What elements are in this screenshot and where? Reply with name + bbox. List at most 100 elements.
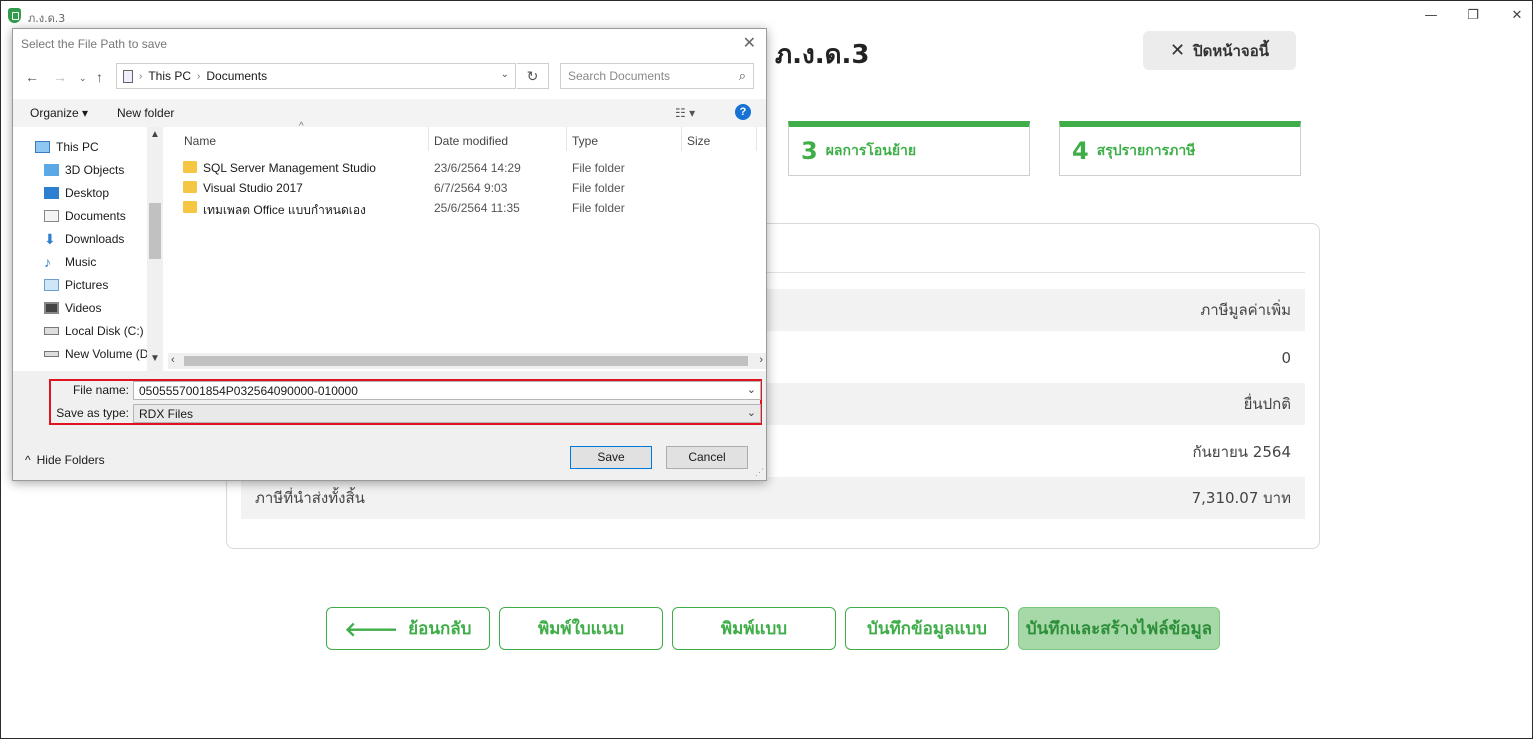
nav-scrollbar[interactable]: ▲ ▼ bbox=[147, 127, 163, 371]
breadcrumb-documents[interactable]: Documents bbox=[206, 69, 267, 83]
navigation-pane: This PC 3D Objects Desktop Documents ⬇ D… bbox=[13, 127, 163, 371]
step-4: 4 สรุปรายการภาษี bbox=[1059, 121, 1301, 176]
dialog-toolbar: Organize ▾ New folder ☷ ▾ ? bbox=[13, 99, 766, 127]
summary-row-value: กันยายน 2564 bbox=[1192, 443, 1291, 461]
back-label: ย้อนกลับ bbox=[408, 619, 472, 639]
summary-row-value: ยื่นปกติ bbox=[1243, 395, 1291, 413]
nav-item-label: This PC bbox=[56, 140, 99, 154]
file-row[interactable]: Visual Studio 2017 6/7/2564 9:03 File fo… bbox=[183, 178, 763, 198]
recent-dropdown-icon[interactable]: ⌄ bbox=[79, 73, 87, 84]
nav-item-label: Downloads bbox=[65, 232, 125, 246]
save-button[interactable]: Save bbox=[570, 446, 652, 469]
nav-item-videos[interactable]: Videos bbox=[44, 298, 101, 318]
file-type: File folder bbox=[572, 161, 625, 175]
nav-item-label: Documents bbox=[65, 209, 126, 223]
organize-menu[interactable]: Organize ▾ bbox=[30, 106, 88, 120]
file-name: Visual Studio 2017 bbox=[203, 181, 303, 195]
summary-row-value: 7,310.07 บาท bbox=[1191, 489, 1291, 507]
nav-item-this-pc[interactable]: This PC bbox=[35, 137, 99, 157]
column-type[interactable]: Type bbox=[572, 134, 598, 148]
up-arrow-icon[interactable]: ↑ bbox=[96, 69, 103, 85]
chevron-down-icon[interactable]: ⌄ bbox=[747, 383, 756, 396]
nav-item-music[interactable]: ♪ Music bbox=[44, 252, 96, 272]
search-icon: ⌕ bbox=[738, 68, 746, 83]
file-date: 25/6/2564 11:35 bbox=[434, 201, 520, 215]
chevron-down-icon[interactable]: ⌄ bbox=[501, 69, 509, 80]
help-icon[interactable]: ? bbox=[735, 104, 751, 120]
step-label: สรุปรายการภาษี bbox=[1096, 143, 1196, 159]
cube-icon bbox=[44, 164, 59, 176]
back-arrow-icon[interactable]: ← bbox=[25, 69, 39, 85]
file-date: 23/6/2564 14:29 bbox=[434, 161, 521, 175]
nav-item-desktop[interactable]: Desktop bbox=[44, 183, 109, 203]
chevron-right-icon: › bbox=[139, 70, 143, 82]
scroll-thumb[interactable] bbox=[184, 356, 748, 366]
scroll-left-icon[interactable]: ‹ bbox=[171, 354, 175, 366]
scroll-down-icon[interactable]: ▼ bbox=[150, 353, 160, 364]
save-form-button[interactable]: บันทึกข้อมูลแบบ bbox=[845, 607, 1009, 650]
summary-row-value: ภาษีมูลค่าเพิ่ม bbox=[1200, 301, 1291, 319]
back-button[interactable]: 🡐 ย้อนกลับ bbox=[326, 607, 490, 650]
save-file-dialog: Select the File Path to save ✕ ← → ⌄ ↑ ›… bbox=[12, 28, 767, 481]
file-name-input[interactable]: 0505557001854P032564090000-010000 ⌄ bbox=[133, 381, 761, 400]
address-bar[interactable]: › This PC › Documents ⌄ bbox=[116, 63, 516, 89]
hide-folders-toggle[interactable]: ^ Hide Folders bbox=[25, 453, 105, 467]
scroll-up-icon[interactable]: ▲ bbox=[150, 129, 160, 140]
dialog-close-button[interactable]: ✕ bbox=[743, 33, 756, 53]
file-date: 6/7/2564 9:03 bbox=[434, 181, 508, 195]
file-name-value: 0505557001854P032564090000-010000 bbox=[139, 384, 358, 398]
nav-item-label: New Volume (D: bbox=[65, 347, 152, 361]
close-page-label: ปิดหน้าจอนี้ bbox=[1193, 41, 1269, 60]
forward-arrow-icon[interactable]: → bbox=[53, 69, 67, 85]
file-list-horizontal-scrollbar[interactable]: ‹ › bbox=[168, 353, 766, 369]
chevron-down-icon[interactable]: ⌄ bbox=[747, 406, 756, 419]
nav-item-local-disk[interactable]: Local Disk (C:) bbox=[44, 321, 144, 341]
folder-icon bbox=[183, 161, 197, 173]
close-page-button[interactable]: ✕ ปิดหน้าจอนี้ bbox=[1143, 31, 1296, 70]
refresh-icon[interactable]: ↻ bbox=[517, 63, 549, 89]
new-folder-button[interactable]: New folder bbox=[117, 106, 174, 120]
nav-item-label: Music bbox=[65, 255, 97, 269]
column-size[interactable]: Size bbox=[687, 134, 710, 148]
download-icon: ⬇ bbox=[44, 231, 56, 247]
column-name[interactable]: Name bbox=[184, 134, 216, 148]
folder-path-icon bbox=[123, 69, 133, 83]
column-date-modified[interactable]: Date modified bbox=[434, 134, 508, 148]
file-name: เทมเพลต Office แบบกำหนดเอง bbox=[203, 203, 366, 217]
dialog-title: Select the File Path to save bbox=[21, 37, 168, 51]
shield-logo-icon bbox=[8, 8, 21, 23]
breadcrumb-this-pc[interactable]: This PC bbox=[148, 69, 191, 83]
save-type-label: Save as type: bbox=[56, 406, 129, 420]
step-3: 3 ผลการโอนย้าย bbox=[788, 121, 1030, 176]
cancel-button[interactable]: Cancel bbox=[666, 446, 748, 469]
nav-item-documents[interactable]: Documents bbox=[44, 206, 126, 226]
nav-item-label: 3D Objects bbox=[65, 163, 125, 177]
file-row[interactable]: SQL Server Management Studio 23/6/2564 1… bbox=[183, 158, 763, 178]
resize-grip-icon[interactable]: ⋰ bbox=[755, 467, 764, 478]
file-type: File folder bbox=[572, 201, 625, 215]
nav-item-downloads[interactable]: ⬇ Downloads bbox=[44, 229, 124, 249]
search-input[interactable]: Search Documents ⌕ bbox=[560, 63, 754, 89]
folder-icon bbox=[183, 201, 197, 213]
summary-row-total-tax: ภาษีที่นำส่งทั้งสิ้น 7,310.07 บาท bbox=[241, 477, 1305, 519]
desktop-icon bbox=[44, 187, 59, 199]
save-type-select[interactable]: RDX Files ⌄ bbox=[133, 404, 761, 423]
file-list: ^ Name Date modified Type Size SQL Serve… bbox=[163, 121, 766, 353]
scroll-right-icon[interactable]: › bbox=[759, 354, 763, 366]
nav-item-label: Pictures bbox=[65, 278, 109, 292]
nav-item-3d-objects[interactable]: 3D Objects bbox=[44, 160, 124, 180]
nav-item-pictures[interactable]: Pictures bbox=[44, 275, 108, 295]
print-attachment-button[interactable]: พิมพ์ใบแนบ bbox=[499, 607, 663, 650]
save-and-create-file-button[interactable]: บันทึกและสร้างไฟล์ข้อมูล bbox=[1018, 607, 1220, 650]
file-row[interactable]: เทมเพลต Office แบบกำหนดเอง 25/6/2564 11:… bbox=[183, 198, 763, 218]
view-options-icon[interactable]: ☷ ▾ bbox=[675, 106, 695, 120]
dialog-footer: File name: 0505557001854P032564090000-01… bbox=[13, 371, 766, 480]
step-label: ผลการโอนย้าย bbox=[825, 143, 917, 159]
restore-button[interactable]: ❐ bbox=[1458, 6, 1488, 26]
scroll-thumb[interactable] bbox=[149, 203, 161, 259]
nav-item-new-volume[interactable]: New Volume (D: bbox=[44, 344, 152, 364]
minimize-button[interactable]: — bbox=[1416, 6, 1446, 26]
print-form-button[interactable]: พิมพ์แบบ bbox=[672, 607, 836, 650]
window-close-button[interactable]: ✕ bbox=[1502, 6, 1532, 26]
close-icon: ✕ bbox=[1170, 40, 1186, 61]
